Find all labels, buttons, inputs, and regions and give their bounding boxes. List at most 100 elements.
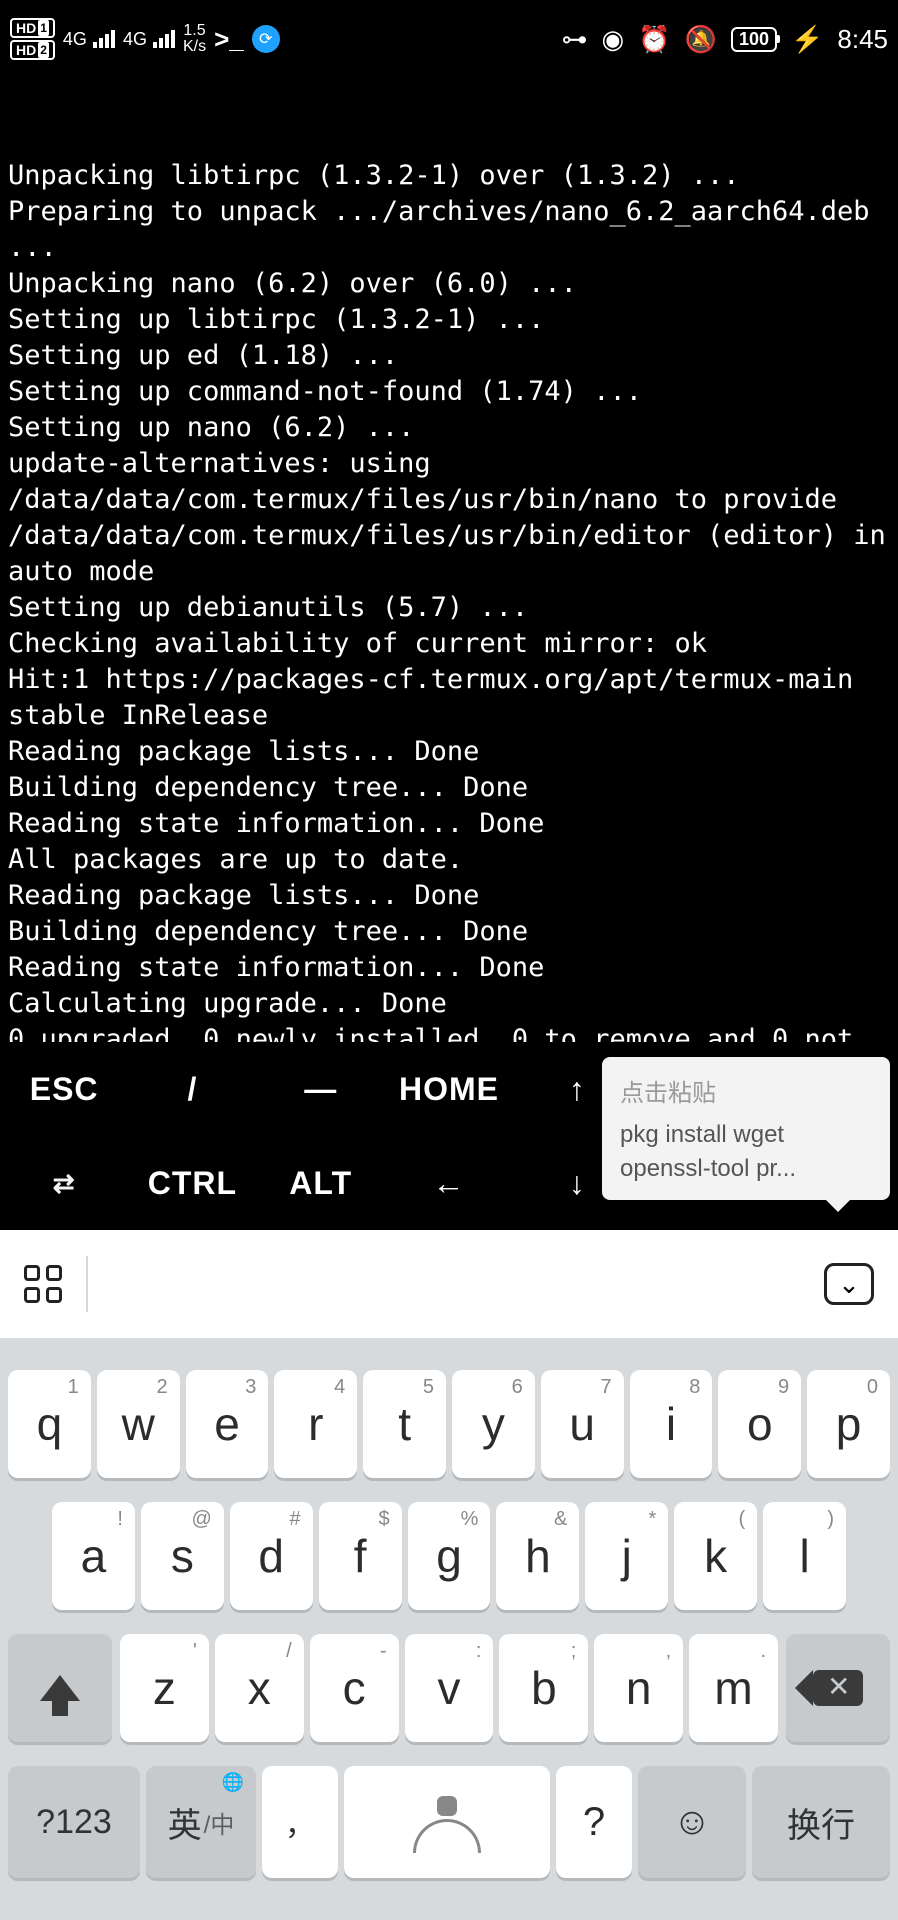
key-f[interactable]: $f (319, 1502, 402, 1610)
terminal-line: Building dependency tree... Done (8, 914, 892, 950)
key-label: z (153, 1661, 176, 1715)
mic-icon (413, 1819, 481, 1853)
terminal-line: Reading package lists... Done (8, 734, 892, 770)
key-sup: @ (191, 1508, 211, 1531)
hd-badges: HD1 HD2 (10, 18, 55, 60)
key-sup: % (461, 1508, 479, 1531)
space-key[interactable] (344, 1766, 550, 1878)
key-label: v (438, 1661, 461, 1715)
keyboard-toolbar: ⌄ (0, 1230, 898, 1338)
key-sup: 3 (245, 1376, 256, 1399)
key-k[interactable]: (k (674, 1502, 757, 1610)
terminal-line: Setting up nano (6.2) ... (8, 410, 892, 446)
key-sup: 1 (68, 1376, 79, 1399)
extra-key-←[interactable]: ← (385, 1145, 513, 1222)
key-c[interactable]: -c (310, 1634, 399, 1742)
key-b[interactable]: ;b (499, 1634, 588, 1742)
key-m[interactable]: .m (689, 1634, 778, 1742)
apps-grid-icon[interactable] (24, 1265, 62, 1303)
terminal-line: Reading state information... Done (8, 950, 892, 986)
key-label: m (714, 1661, 752, 1715)
paste-popup[interactable]: 点击粘贴 pkg install wget openssl-tool pr... (602, 1057, 890, 1200)
status-right: ⊶ ◉ ⏰ 🔕 100 ⚡ 8:45 (562, 24, 888, 55)
signal-2: 4G (123, 29, 175, 50)
key-sup: 6 (512, 1376, 523, 1399)
extra-keys-bar: ESC/—HOME↑ENDPGUP ⇄ CTRLALT←↓→PGDN 点击粘贴 … (0, 1042, 898, 1230)
terminal-line: Reading state information... Done (8, 806, 892, 842)
key-n[interactable]: ,n (594, 1634, 683, 1742)
terminal-line: All packages are up to date. (8, 842, 892, 878)
key-sup: * (648, 1508, 656, 1531)
key-label: s (171, 1529, 194, 1583)
key-sup: / (286, 1640, 292, 1663)
key-sup: ! (117, 1508, 123, 1531)
extra-key-esc[interactable]: ESC (0, 1051, 128, 1128)
key-sup: 8 (689, 1376, 700, 1399)
key-j[interactable]: *j (585, 1502, 668, 1610)
net-speed-indicator: 1.5 K/s (183, 23, 206, 55)
key-r[interactable]: 4r (274, 1370, 357, 1478)
key-v[interactable]: :v (405, 1634, 494, 1742)
terminal-line: Setting up debianutils (5.7) ... (8, 590, 892, 626)
emoji-key[interactable]: ☺ (638, 1766, 746, 1878)
shift-key[interactable] (8, 1634, 112, 1742)
terminal-output[interactable]: Unpacking libtirpc (1.3.2-1) over (1.3.2… (0, 78, 898, 1042)
enter-key[interactable]: 换行 (752, 1766, 890, 1878)
language-key[interactable]: 英/中 🌐 (146, 1766, 256, 1878)
key-u[interactable]: 7u (541, 1370, 624, 1478)
mute-icon: 🔕 (685, 24, 717, 55)
comma-key[interactable]: ， (262, 1766, 338, 1878)
numeric-key[interactable]: ?123 (8, 1766, 140, 1878)
terminal-line: Calculating upgrade... Done (8, 986, 892, 1022)
key-z[interactable]: 'z (120, 1634, 209, 1742)
paste-hint-label: 点击粘贴 (620, 1073, 872, 1108)
key-label: o (747, 1397, 773, 1451)
key-x[interactable]: /x (215, 1634, 304, 1742)
extra-key-/[interactable]: / (128, 1051, 256, 1128)
extra-key-alt[interactable]: ALT (257, 1145, 385, 1222)
collapse-keyboard-button[interactable]: ⌄ (824, 1263, 874, 1305)
key-sup: $ (378, 1508, 389, 1531)
key-sup: ; (571, 1640, 577, 1663)
terminal-line: update-alternatives: using /data/data/co… (8, 446, 892, 590)
key-o[interactable]: 9o (718, 1370, 801, 1478)
key-sup: , (666, 1640, 672, 1663)
key-label: b (531, 1661, 557, 1715)
key-l[interactable]: )l (763, 1502, 846, 1610)
key-e[interactable]: 3e (186, 1370, 269, 1478)
sync-icon: ⟳ (252, 25, 280, 53)
key-label: n (626, 1661, 652, 1715)
key-sup: # (290, 1508, 301, 1531)
extra-key-home[interactable]: HOME (385, 1051, 513, 1128)
key-d[interactable]: #d (230, 1502, 313, 1610)
extra-key-—[interactable]: — (257, 1051, 385, 1128)
key-y[interactable]: 6y (452, 1370, 535, 1478)
question-key[interactable]: ? (556, 1766, 632, 1878)
key-w[interactable]: 2w (97, 1370, 180, 1478)
key-t[interactable]: 5t (363, 1370, 446, 1478)
key-sup: & (554, 1508, 567, 1531)
clock: 8:45 (837, 24, 888, 55)
key-h[interactable]: &h (496, 1502, 579, 1610)
key-sup: : (476, 1640, 482, 1663)
key-s[interactable]: @s (141, 1502, 224, 1610)
key-label: u (569, 1397, 595, 1451)
key-label: p (836, 1397, 862, 1451)
key-sup: ' (193, 1640, 197, 1663)
key-label: l (799, 1529, 809, 1583)
backspace-key[interactable]: ✕ (786, 1634, 890, 1742)
swap-keys-button[interactable]: ⇄ (0, 1148, 128, 1219)
key-q[interactable]: 1q (8, 1370, 91, 1478)
terminal-line: Unpacking libtirpc (1.3.2-1) over (1.3.2… (8, 158, 892, 194)
key-g[interactable]: %g (408, 1502, 491, 1610)
globe-icon: 🌐 (222, 1772, 244, 1793)
key-a[interactable]: !a (52, 1502, 135, 1610)
key-label: f (354, 1529, 367, 1583)
key-label: d (258, 1529, 284, 1583)
key-p[interactable]: 0p (807, 1370, 890, 1478)
key-i[interactable]: 8i (630, 1370, 713, 1478)
extra-key-ctrl[interactable]: CTRL (128, 1145, 256, 1222)
terminal-line: Building dependency tree... Done (8, 770, 892, 806)
key-sup: 4 (334, 1376, 345, 1399)
paste-snippet[interactable]: pkg install wget openssl-tool pr... (620, 1118, 872, 1186)
